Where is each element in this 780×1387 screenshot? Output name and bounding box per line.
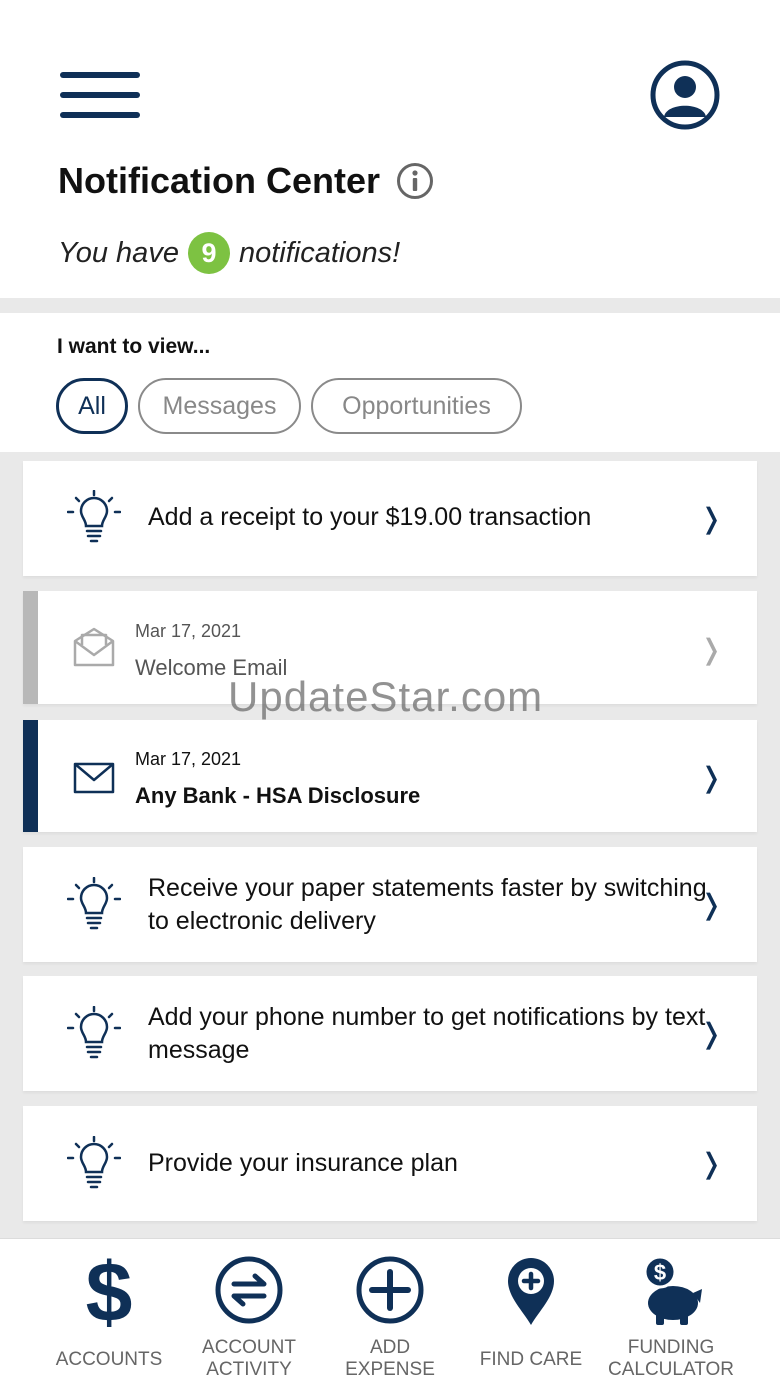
map-pin-plus-icon xyxy=(508,1258,554,1325)
message-subject: Welcome Email xyxy=(135,655,288,680)
notification-text: Add a receipt to your $19.00 transaction xyxy=(148,503,592,531)
chevron-right-icon: ❭ xyxy=(699,889,723,920)
info-icon[interactable] xyxy=(396,162,434,200)
nav-account-activity[interactable]: ACCOUNT ACTIVITY xyxy=(171,1239,327,1387)
bottom-navigation: $ ACCOUNTS ACCOUNT ACTIVITY ADD EXPENSE xyxy=(0,1238,780,1387)
filter-messages-button[interactable]: Messages xyxy=(138,378,301,434)
message-date: Mar 17, 2021 xyxy=(135,621,242,641)
lightbulb-icon xyxy=(67,877,121,930)
nav-label: ACCOUNTS xyxy=(55,1349,163,1370)
notification-text: Provide your insurance plan xyxy=(148,1149,458,1177)
chevron-right-icon: ❭ xyxy=(699,503,723,534)
open-envelope-icon xyxy=(73,627,115,667)
nav-funding-calculator[interactable]: $ FUNDING CALCULATOR xyxy=(593,1239,749,1387)
transfer-arrows-icon xyxy=(215,1256,283,1324)
nav-label: FIND CARE xyxy=(479,1349,583,1370)
profile-avatar-icon[interactable] xyxy=(650,60,720,130)
message-date: Mar 17, 2021 xyxy=(135,749,242,769)
notification-suffix: notifications! xyxy=(238,236,401,269)
message-subject: Any Bank - HSA Disclosure xyxy=(135,783,421,808)
chevron-right-icon: ❭ xyxy=(699,762,723,793)
svg-text:$: $ xyxy=(86,1253,133,1327)
nav-find-care[interactable]: FIND CARE xyxy=(453,1239,609,1387)
chevron-right-icon: ❭ xyxy=(699,634,723,665)
svg-text:$: $ xyxy=(654,1260,666,1285)
lightbulb-icon xyxy=(67,1006,121,1059)
read-indicator-bar xyxy=(23,591,38,704)
notification-summary: You have 9 notifications! xyxy=(58,232,400,274)
lightbulb-icon xyxy=(67,490,121,543)
notification-card-receipt[interactable]: Add a receipt to your $19.00 transaction… xyxy=(23,461,757,576)
nav-label: FUNDING CALCULATOR xyxy=(608,1337,734,1380)
chevron-right-icon: ❭ xyxy=(699,1018,723,1049)
nav-label: ADD EXPENSE xyxy=(345,1337,435,1380)
filter-label: I want to view... xyxy=(57,335,211,358)
notification-card-hsa-disclosure[interactable]: Mar 17, 2021 Any Bank - HSA Disclosure ❭ xyxy=(23,720,757,832)
notification-text: Add your phone number to get notificatio… xyxy=(148,1003,706,1064)
unread-indicator-bar xyxy=(23,720,38,832)
notification-count-badge: 9 xyxy=(187,232,230,274)
notification-card-paper-statements[interactable]: Receive your paper statements faster by … xyxy=(23,847,757,962)
nav-label: ACCOUNT ACTIVITY xyxy=(202,1337,296,1380)
filter-all-button[interactable]: All xyxy=(56,378,128,434)
nav-accounts[interactable]: $ ACCOUNTS xyxy=(31,1239,187,1387)
notification-text: Receive your paper statements faster by … xyxy=(148,874,707,935)
notification-card-phone-number[interactable]: Add your phone number to get notificatio… xyxy=(23,976,757,1091)
dollar-icon: $ xyxy=(86,1253,133,1327)
lightbulb-icon xyxy=(67,1136,121,1189)
chevron-right-icon: ❭ xyxy=(699,1148,723,1179)
notification-card-welcome-email[interactable]: Mar 17, 2021 Welcome Email ❭ xyxy=(23,591,757,704)
filter-section: I want to view... All Messages Opportuni… xyxy=(0,313,780,452)
filter-opportunities-button[interactable]: Opportunities xyxy=(311,378,522,434)
piggy-bank-icon: $ xyxy=(643,1255,702,1325)
envelope-icon xyxy=(73,762,115,794)
notification-prefix: You have xyxy=(58,236,179,269)
header: Notification Center You have 9 notificat… xyxy=(0,0,780,298)
nav-add-expense[interactable]: ADD EXPENSE xyxy=(312,1239,468,1387)
menu-icon[interactable] xyxy=(60,72,140,118)
notification-card-insurance-plan[interactable]: Provide your insurance plan ❭ xyxy=(23,1106,757,1221)
plus-circle-icon xyxy=(356,1256,424,1324)
page-title: Notification Center xyxy=(58,160,381,201)
